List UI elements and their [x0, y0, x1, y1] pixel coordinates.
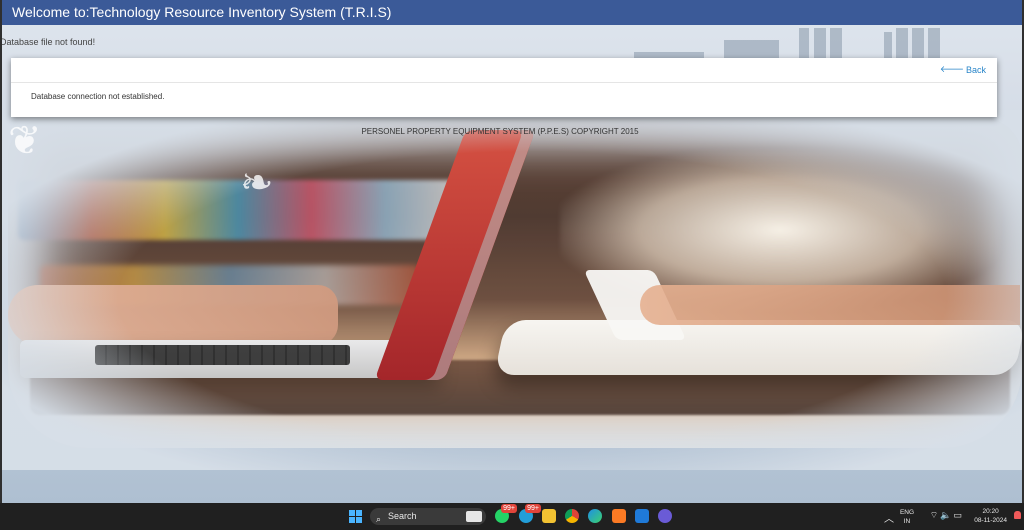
volume-icon: 🔈	[940, 510, 954, 520]
decorative-books	[634, 28, 974, 58]
window-title: Welcome to:Technology Resource Inventory…	[12, 4, 392, 20]
language-line2: IN	[903, 518, 911, 525]
bookshelf-blur	[18, 180, 458, 240]
open-book	[494, 320, 1024, 375]
system-tray[interactable]: ⌔🔈▭	[930, 510, 964, 521]
back-label: Back	[965, 64, 986, 75]
search-icon: ⌕	[376, 514, 382, 524]
copyright-text: PERSONEL PROPERTY EQUIPMENT SYSTEM (P.P.…	[361, 127, 639, 136]
swirl-decoration-icon: ❦	[8, 119, 42, 163]
search-label: Search	[388, 511, 417, 521]
search-highlight-icon	[466, 511, 482, 522]
telegram-badge: 99+	[525, 504, 541, 513]
back-button[interactable]: 🡐 Back	[940, 64, 986, 75]
windows-taskbar: ⌕ Search 99+ 99+ ︿ ENG IN ⌔🔈▭ 20:20 08-1…	[0, 503, 1024, 530]
files-icon[interactable]	[542, 509, 556, 523]
language-line1: ENG	[899, 509, 915, 516]
swirl-decoration-icon: ❧	[240, 161, 274, 205]
notification-icon[interactable]	[1014, 511, 1021, 519]
xampp-icon[interactable]	[612, 509, 626, 523]
database-error-text: Database file not found!	[0, 37, 96, 47]
telegram-icon[interactable]: 99+	[519, 504, 541, 523]
clock-date: 08-11-2024	[974, 517, 1007, 524]
edge-icon[interactable]	[588, 509, 602, 523]
language-indicator[interactable]: ENG IN	[896, 508, 918, 526]
clock[interactable]: 20:20 08-11-2024	[974, 507, 1007, 525]
chrome-icon[interactable]	[565, 509, 579, 523]
laptop-keyboard	[95, 345, 350, 365]
window-titlebar: Welcome to:Technology Resource Inventory…	[2, 0, 1022, 25]
hand-right	[640, 285, 1020, 325]
whatsapp-badge: 99+	[501, 504, 517, 513]
vscode-icon[interactable]	[635, 509, 649, 523]
message-panel: 🡐 Back Database connection not establish…	[11, 58, 997, 117]
battery-icon: ▭	[953, 510, 964, 520]
app-icon[interactable]	[658, 509, 672, 523]
clock-time: 20:20	[982, 508, 999, 515]
hand-left	[8, 285, 338, 345]
panel-header: 🡐 Back	[11, 58, 997, 83]
arrow-left-icon: 🡐	[939, 64, 964, 74]
taskbar-search[interactable]: ⌕ Search	[370, 508, 486, 525]
panel-message: Database connection not established.	[31, 92, 165, 101]
whatsapp-icon[interactable]: 99+	[495, 504, 517, 523]
app-window: Welcome to:Technology Resource Inventory…	[0, 0, 1024, 503]
windows-icon[interactable]	[349, 510, 363, 524]
chevron-up-icon[interactable]: ︿	[884, 510, 894, 525]
wifi-icon: ⌔	[929, 510, 941, 520]
